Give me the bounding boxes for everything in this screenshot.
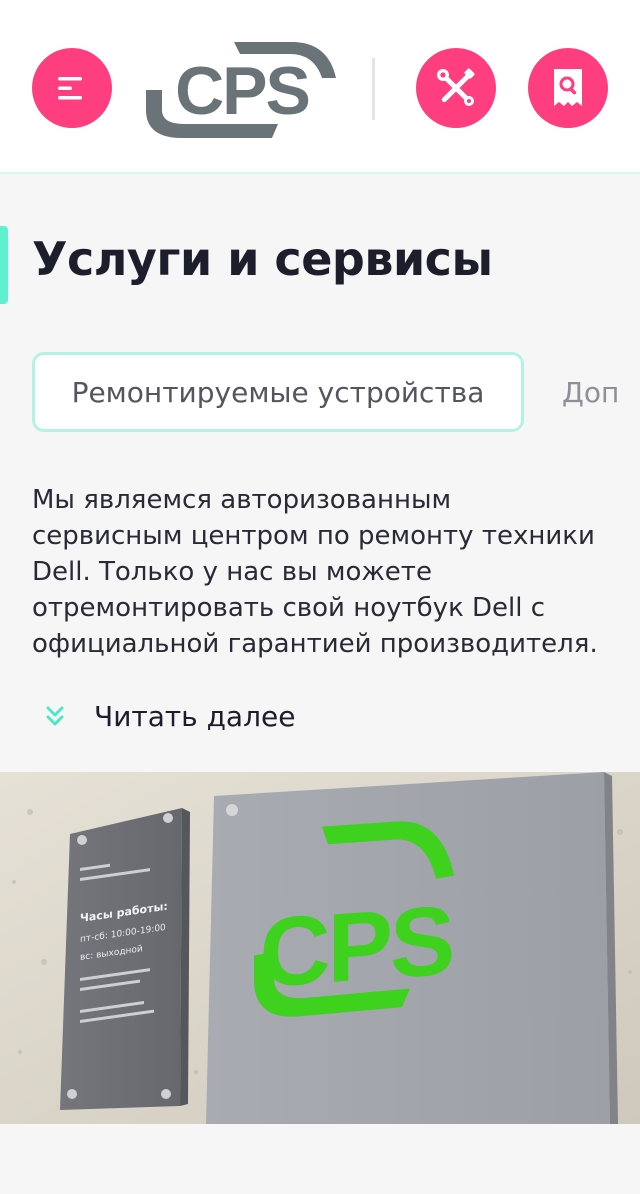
order-status-button[interactable] [528,48,608,128]
menu-button[interactable] [32,48,112,128]
read-more-link[interactable]: Читать далее [44,696,295,736]
sign-logo-text: CPS [260,885,452,1008]
tab-repairable-devices[interactable]: Ремонтируемые устройства [32,352,524,432]
header-divider [372,58,375,120]
service-description: Мы являемся авторизованным сервисным цен… [32,485,598,659]
services-button[interactable] [416,48,496,128]
info-plaque [60,808,182,1110]
tabs-bar: Ремонтируемые устройства Доп [0,352,640,434]
cps-logo[interactable]: CPS [144,34,340,140]
tab-additional[interactable]: Доп [562,352,619,432]
logo-text: CPS [175,53,309,129]
receipt-search-icon [554,69,582,106]
double-chevron-down-icon [46,706,64,726]
wrench-screwdriver-icon [437,68,475,106]
page-title: Услуги и сервисы [32,232,493,286]
read-more-label: Читать далее [94,699,296,733]
title-accent-bar [0,226,8,304]
office-sign-photo: Часы работы: пт-сб: 10:00-19:00 вс: выхо… [0,772,640,1124]
hamburger-menu-icon [58,77,82,100]
header: CPS [0,0,640,174]
